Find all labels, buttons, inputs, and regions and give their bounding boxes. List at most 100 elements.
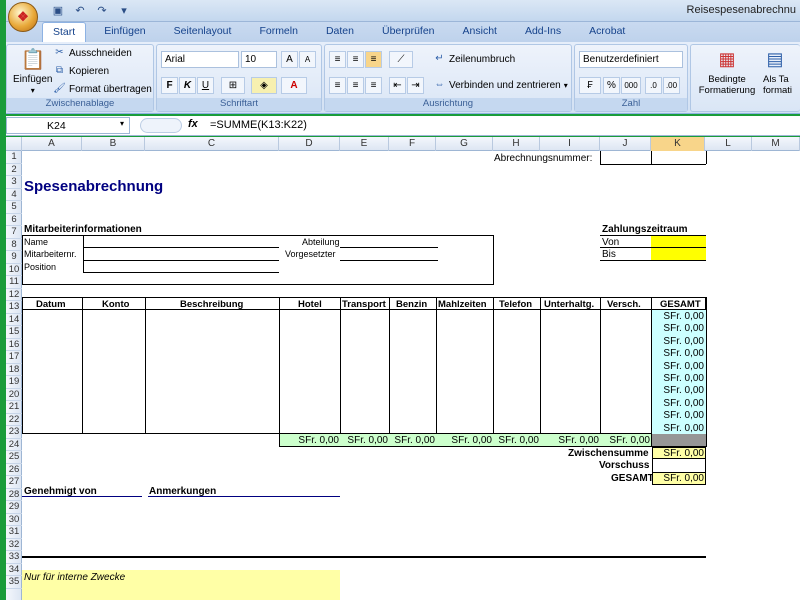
row-header[interactable]: 22 (6, 414, 22, 426)
col-header-f[interactable]: F (389, 137, 436, 151)
font-name-select[interactable]: Arial (161, 51, 239, 68)
row-header[interactable]: 9 (6, 251, 22, 264)
col-header-j[interactable]: J (600, 137, 651, 151)
row-header[interactable]: 35 (6, 576, 22, 589)
row-header[interactable]: 8 (6, 239, 22, 251)
row-header[interactable]: 14 (6, 314, 22, 326)
office-button[interactable]: ❖ (8, 2, 38, 32)
row-total-cell[interactable]: SFr. 0,00 (653, 336, 704, 347)
thousands-button[interactable]: 000 (621, 77, 641, 94)
col-header-m[interactable]: M (752, 137, 800, 151)
bold-button[interactable]: F (161, 77, 178, 94)
format-as-table-button[interactable]: ▤ Als Ta formati (763, 47, 800, 96)
row-header[interactable]: 16 (6, 339, 22, 351)
align-center-icon[interactable]: ≡ (347, 77, 364, 94)
paste-button[interactable]: 📋 Einfügen ▾ (13, 47, 52, 95)
font-color-button[interactable]: A (281, 77, 307, 94)
row-header[interactable]: 30 (6, 514, 22, 526)
decrease-indent-icon[interactable]: ⇤ (389, 77, 406, 94)
tab-daten[interactable]: Daten (316, 22, 364, 42)
row-header[interactable]: 1 (6, 151, 22, 164)
format-painter-button[interactable]: 🖌 Format übertragen (53, 83, 152, 95)
redo-icon[interactable]: ↷ (94, 3, 110, 17)
tab-einfuegen[interactable]: Einfügen (94, 22, 155, 42)
tab-add-ins[interactable]: Add-Ins (515, 22, 571, 42)
col-header-l[interactable]: L (705, 137, 752, 151)
row-header[interactable]: 26 (6, 464, 22, 476)
col-header-g[interactable]: G (436, 137, 493, 151)
row-total-cell[interactable]: SFr. 0,00 (653, 311, 704, 322)
increase-indent-icon[interactable]: ⇥ (407, 77, 424, 94)
select-all-corner[interactable] (6, 137, 22, 151)
worksheet[interactable]: A B C D E F G H I J K L M 1 2 3 4 5 6 7 8 9 10 11 1… (6, 137, 800, 600)
italic-button[interactable]: K (179, 77, 196, 94)
col-header-b[interactable]: B (82, 137, 145, 151)
name-box[interactable]: K24 (6, 117, 130, 134)
row-header[interactable]: 29 (6, 501, 22, 514)
tab-ueberpruefen[interactable]: Überprüfen (372, 22, 445, 42)
row-header[interactable]: 3 (6, 176, 22, 189)
row-total-cell[interactable]: SFr. 0,00 (653, 323, 704, 334)
cell-grid[interactable]: Abrechnungsnummer: Spesenabrechnung Mita… (22, 151, 800, 600)
col-header-a[interactable]: A (22, 137, 82, 151)
row-header[interactable]: 23 (6, 426, 22, 439)
wrap-text-button[interactable]: ↵ Zeilenumbruch (433, 53, 515, 65)
row-header[interactable]: 33 (6, 551, 22, 564)
shrink-font-button[interactable]: A (299, 51, 316, 68)
row-header[interactable]: 32 (6, 539, 22, 551)
row-header[interactable]: 27 (6, 476, 22, 489)
row-header[interactable]: 31 (6, 526, 22, 539)
font-size-select[interactable]: 10 (241, 51, 277, 68)
row-total-cell[interactable]: SFr. 0,00 (653, 385, 704, 396)
row-header[interactable]: 2 (6, 164, 22, 176)
currency-icon[interactable]: ₣ (579, 77, 601, 94)
tab-start[interactable]: Start (42, 22, 87, 42)
row-header[interactable]: 4 (6, 189, 22, 201)
grow-font-button[interactable]: A (281, 51, 298, 68)
row-header[interactable]: 7 (6, 226, 22, 239)
formula-input[interactable]: =SUMME(K13:K22) (210, 119, 307, 131)
row-header[interactable]: 28 (6, 489, 22, 501)
align-bottom-icon[interactable]: ≡ (365, 51, 382, 68)
row-header[interactable]: 6 (6, 214, 22, 226)
row-header[interactable]: 13 (6, 301, 22, 314)
vorschuss-cell[interactable] (652, 459, 706, 472)
decrease-decimal-icon[interactable]: .00 (663, 77, 680, 94)
align-top-icon[interactable]: ≡ (329, 51, 346, 68)
copy-button[interactable]: ⧉ Kopieren (53, 65, 109, 77)
save-icon[interactable]: ▣ (50, 3, 66, 17)
merge-center-button[interactable]: ⇔ Verbinden und zentrieren ▾ (433, 79, 568, 91)
row-total-cell[interactable]: SFr. 0,00 (653, 348, 704, 359)
tab-acrobat[interactable]: Acrobat (579, 22, 635, 42)
row-header[interactable]: 19 (6, 376, 22, 389)
row-total-cell[interactable]: SFr. 0,00 (653, 423, 704, 434)
fill-color-button[interactable]: ◈ (251, 77, 277, 94)
orientation-icon[interactable]: ⟋ (389, 51, 413, 68)
row-header[interactable]: 15 (6, 326, 22, 339)
row-header[interactable]: 20 (6, 389, 22, 401)
customize-qat-icon[interactable]: ▾ (116, 3, 132, 17)
row-total-cell[interactable]: SFr. 0,00 (653, 398, 704, 409)
row-header[interactable]: 11 (6, 276, 22, 289)
row-total-cell[interactable]: SFr. 0,00 (653, 373, 704, 384)
col-header-d[interactable]: D (279, 137, 340, 151)
row-header[interactable]: 10 (6, 264, 22, 276)
percent-button[interactable]: % (603, 77, 620, 94)
row-header[interactable]: 18 (6, 364, 22, 376)
conditional-format-button[interactable]: ▦ Bedingte Formatierung (697, 47, 757, 96)
row-header[interactable]: 24 (6, 439, 22, 451)
col-header-c[interactable]: C (145, 137, 279, 151)
align-middle-icon[interactable]: ≡ (347, 51, 364, 68)
number-format-select[interactable]: Benutzerdefiniert (579, 51, 683, 68)
tab-seitenlayout[interactable]: Seitenlayout (164, 22, 242, 42)
tab-formeln[interactable]: Formeln (249, 22, 308, 42)
insert-function-icon[interactable]: fx (188, 118, 198, 130)
underline-button[interactable]: U (197, 77, 214, 94)
row-header[interactable]: 21 (6, 401, 22, 414)
cut-button[interactable]: ✂ Ausschneiden (53, 47, 132, 59)
align-left-icon[interactable]: ≡ (329, 77, 346, 94)
row-header[interactable]: 12 (6, 289, 22, 301)
col-header-i[interactable]: I (540, 137, 600, 151)
align-right-icon[interactable]: ≡ (365, 77, 382, 94)
row-header[interactable]: 34 (6, 564, 22, 576)
